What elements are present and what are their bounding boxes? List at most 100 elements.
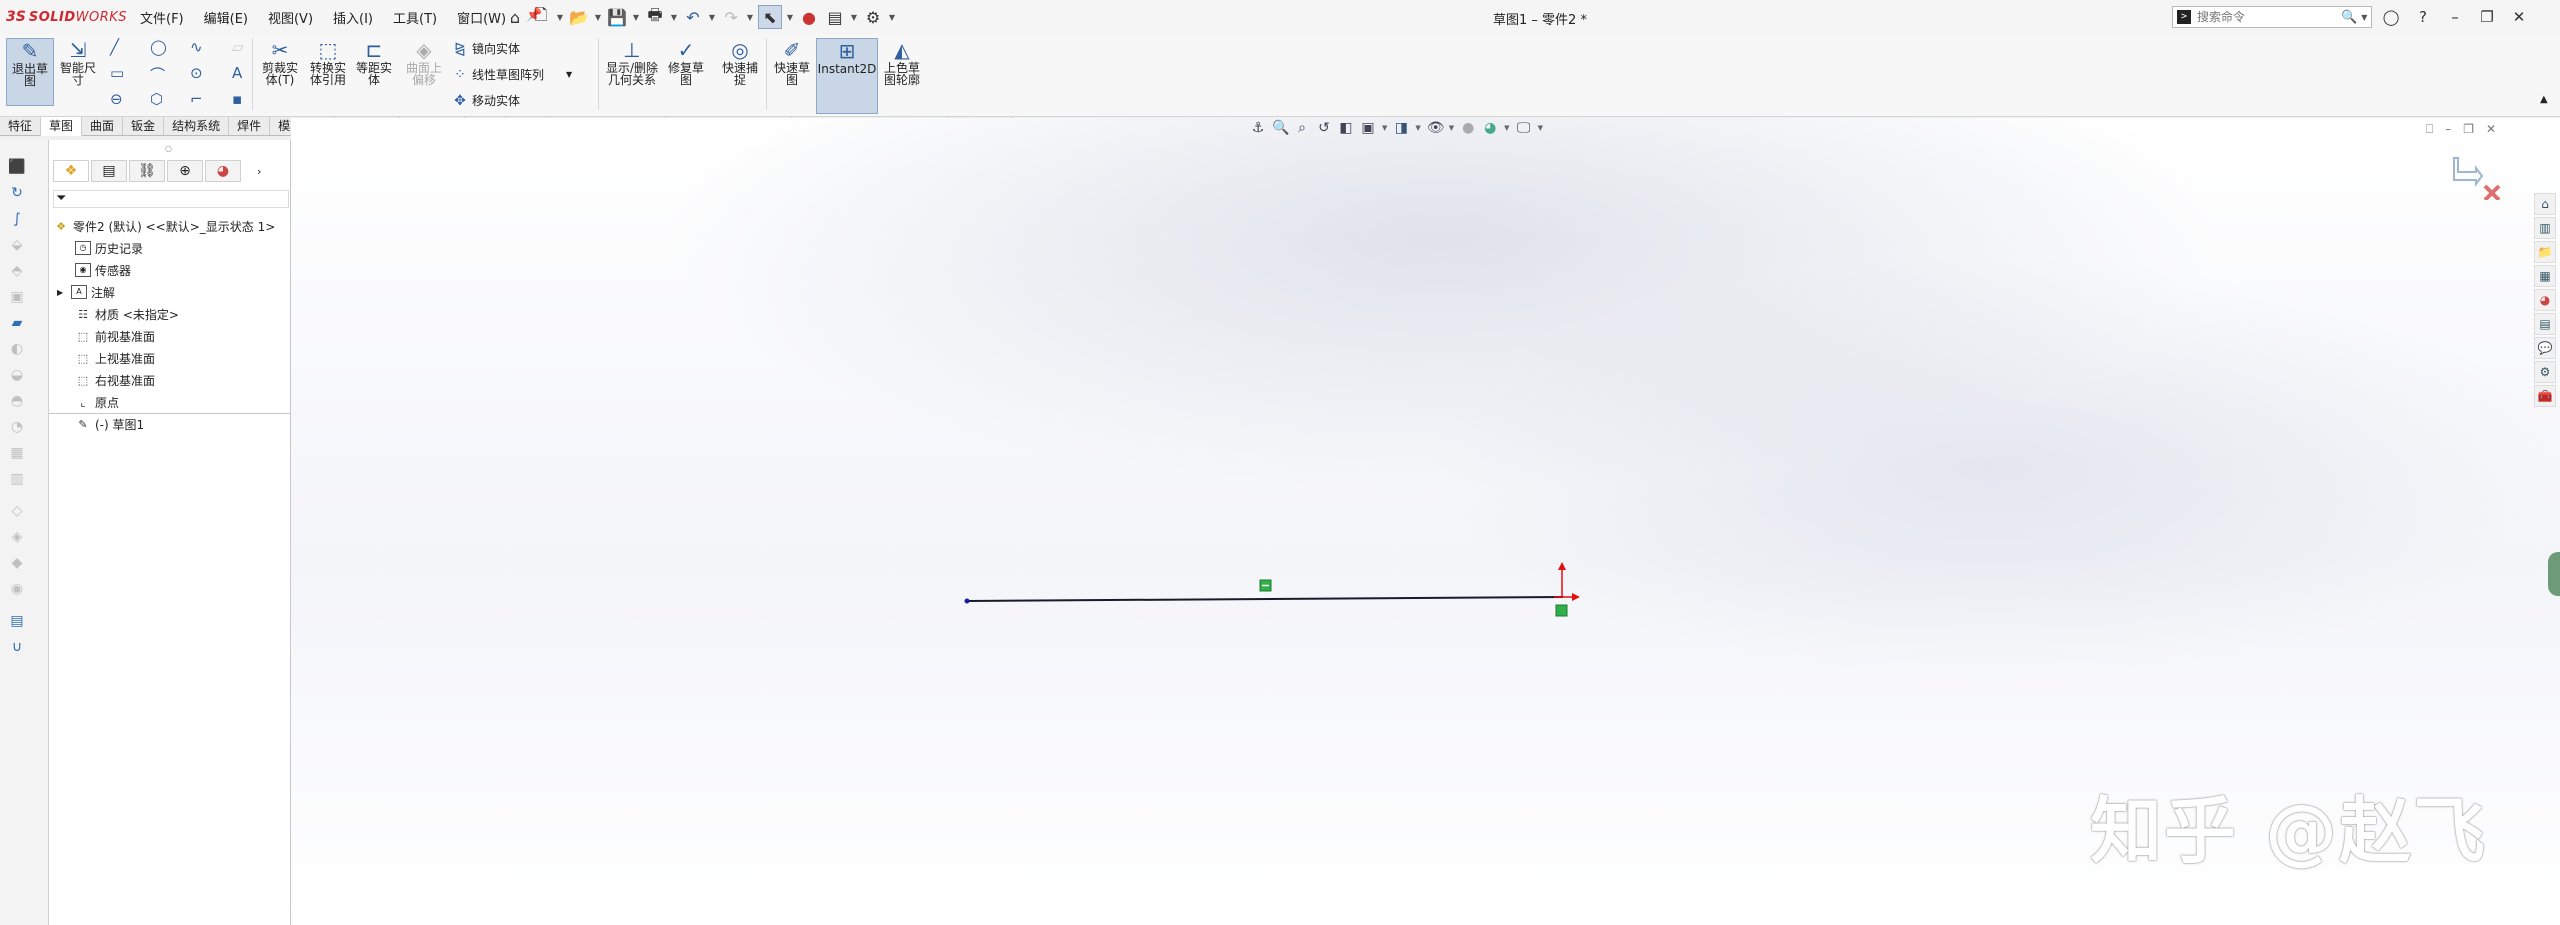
tree-item-origin[interactable]: ⌞ 原点	[75, 392, 119, 412]
home-icon[interactable]: ⌂	[504, 6, 526, 28]
tree-item-right-plane[interactable]: ⬚ 右视基准面	[75, 370, 155, 390]
save-icon[interactable]: 💾	[606, 6, 628, 28]
mirror-entities-button[interactable]: ⧎ 镜向实体	[452, 40, 520, 57]
fillet-feature-icon[interactable]: ◔	[6, 416, 28, 438]
file-properties-icon[interactable]: ▤	[824, 6, 846, 28]
select-arrow-icon[interactable]: ⬉	[758, 5, 782, 29]
reference-geometry-icon[interactable]: ▤	[6, 610, 28, 632]
tab-3[interactable]: 钣金	[123, 117, 165, 136]
properties-dropdown-icon[interactable]: ▼	[850, 6, 858, 28]
ribbon-collapse-icon[interactable]: ▲	[2540, 94, 2548, 105]
shell-icon[interactable]: ◈	[6, 526, 28, 548]
property-manager-tab-icon[interactable]: ▤	[91, 160, 127, 182]
linear-pattern-button[interactable]: ⁘ 线性草图阵列 ▼	[452, 66, 572, 83]
move-entities-button[interactable]: ✥ 移动实体	[452, 92, 520, 109]
circle-icon[interactable]: ◯	[150, 38, 167, 56]
display-style-dropdown-icon[interactable]: ▼	[1415, 124, 1420, 132]
minimize-icon[interactable]: –	[2444, 6, 2466, 28]
forum-icon[interactable]: 💬	[2534, 337, 2556, 359]
previous-view-icon[interactable]: ↺	[1316, 120, 1332, 136]
configuration-manager-tab-icon[interactable]: ⛓	[129, 160, 165, 182]
coincident-relation-icon[interactable]	[1555, 604, 1568, 617]
extrude-cut-icon[interactable]: ▣	[6, 286, 28, 308]
smart-dimension-button[interactable]: ⇲ 智能尺 寸	[58, 38, 98, 86]
revolve-cut-icon[interactable]: ◐	[6, 338, 28, 360]
instant2d-button[interactable]: ⊞ Instant2D	[816, 38, 878, 114]
design-library-icon[interactable]: ▥	[2534, 217, 2556, 239]
solidworks-resources-icon[interactable]: ⌂	[2534, 193, 2556, 215]
help-icon[interactable]: ?	[2412, 6, 2434, 28]
wrap-icon[interactable]: ◆	[6, 552, 28, 574]
open-dropdown-icon[interactable]: ▼	[594, 6, 602, 28]
menu-insert[interactable]: 插入(I)	[331, 8, 375, 27]
hole-wizard-icon[interactable]: ▰	[6, 312, 28, 334]
appearances-icon[interactable]: ◕	[2534, 289, 2556, 311]
menu-window[interactable]: 窗口(W)	[455, 8, 508, 27]
tree-item-history[interactable]: ◷ 历史记录	[75, 238, 143, 258]
task-pane-handle[interactable]	[2548, 552, 2560, 596]
exit-sketch-button[interactable]: ✎ 退出草 图	[6, 38, 54, 106]
loft-cut-icon[interactable]: ◓	[6, 390, 28, 412]
display-delete-relations-button[interactable]: ⊥ 显示/删除 几何关系	[604, 38, 660, 86]
linear-pattern-dropdown-icon[interactable]: ▼	[566, 70, 572, 79]
view-palette-icon[interactable]: ▦	[2534, 265, 2556, 287]
command-search[interactable]: > 🔍 ▼	[2172, 6, 2372, 28]
addin-icon[interactable]: ⚙	[2534, 361, 2556, 383]
gear-icon[interactable]: ⚙	[862, 6, 884, 28]
print-icon[interactable]: 🖶	[644, 5, 666, 28]
redo-icon[interactable]: ↷	[720, 6, 742, 28]
loft-boss-icon[interactable]: ⬙	[6, 234, 28, 256]
search-icon[interactable]: 🔍	[2341, 10, 2357, 25]
expand-arrow-icon[interactable]: ▶	[57, 288, 67, 297]
line-icon[interactable]: ╱	[110, 38, 119, 56]
new-dropdown-icon[interactable]: ▼	[556, 6, 564, 28]
tab-4[interactable]: 结构系统	[164, 117, 230, 136]
ellipse-icon[interactable]: ⊙	[190, 64, 203, 82]
section-view-icon[interactable]: ◧	[1338, 120, 1354, 136]
intersect-icon[interactable]: ◉	[6, 578, 28, 600]
viewport-split-icon[interactable]: ⎕	[2426, 122, 2433, 137]
tree-item-front-plane[interactable]: ⬚ 前视基准面	[75, 326, 155, 346]
spline-icon[interactable]: ∿	[190, 38, 203, 56]
exit-sketch-confirm-icon[interactable]	[2453, 157, 2484, 187]
feature-manager-tab-icon[interactable]: ❖	[53, 160, 89, 182]
rapid-sketch-button[interactable]: ✐ 快速草 图	[772, 38, 812, 86]
redo-dropdown-icon[interactable]: ▼	[746, 6, 754, 28]
toolbox-icon[interactable]: 🧰	[2534, 385, 2556, 407]
tree-root-part[interactable]: ❖ 零件2 (默认) <<默认>_显示状态 1>	[53, 216, 275, 236]
user-icon[interactable]: ◯	[2380, 6, 2402, 28]
repair-sketch-button[interactable]: ✓ 修复草 图	[666, 38, 706, 86]
menu-tools[interactable]: 工具(T)	[391, 8, 439, 27]
view-orientation-icon[interactable]: ⚓	[1250, 120, 1266, 136]
custom-properties-icon[interactable]: ▤	[2534, 313, 2556, 335]
cancel-sketch-icon[interactable]	[2483, 184, 2501, 200]
viewport-close-icon[interactable]: ✕	[2486, 122, 2496, 137]
viewport-minimize-icon[interactable]: –	[2445, 122, 2451, 137]
revolve-boss-icon[interactable]: ↻	[6, 182, 28, 204]
boundary-boss-icon[interactable]: ⬘	[6, 260, 28, 282]
display-manager-tab-icon[interactable]: ◕	[205, 160, 241, 182]
pattern-feature-icon[interactable]: ▦	[6, 442, 28, 464]
zoom-to-area-icon[interactable]: ⌕	[1294, 120, 1310, 136]
scene-icon[interactable]: ◕	[1482, 120, 1498, 136]
search-dropdown-icon[interactable]: ▼	[2361, 13, 2367, 22]
view-cube-icon[interactable]: ◨	[1393, 120, 1409, 136]
filter-icon[interactable]: ⏷	[53, 190, 289, 208]
rib-icon[interactable]: ▥	[6, 468, 28, 490]
viewport-restore-icon[interactable]: ❐	[2463, 122, 2474, 137]
convert-entities-button[interactable]: ⬚ 转换实 体引用	[306, 38, 350, 86]
slot-icon[interactable]: ⊖	[110, 90, 123, 108]
view-settings-dropdown-icon[interactable]: ▼	[1538, 124, 1543, 132]
select-dropdown-icon[interactable]: ▼	[786, 6, 794, 28]
rectangle-icon[interactable]: ▭	[110, 64, 124, 82]
dimxpert-tab-icon[interactable]: ⊕	[167, 160, 203, 182]
menu-view[interactable]: 视图(V)	[266, 8, 315, 27]
tree-item-annotations[interactable]: ▶ A 注解	[57, 282, 115, 302]
scene-dropdown-icon[interactable]: ▼	[1504, 124, 1509, 132]
point-icon[interactable]: ▪	[232, 90, 242, 108]
traffic-light-icon[interactable]: ●	[798, 6, 820, 28]
new-document-icon[interactable]: 🗋	[530, 5, 552, 28]
sketch-line[interactable]	[966, 596, 1564, 602]
draft-icon[interactable]: ◇	[6, 500, 28, 522]
tab-1[interactable]: 草图	[41, 117, 83, 136]
